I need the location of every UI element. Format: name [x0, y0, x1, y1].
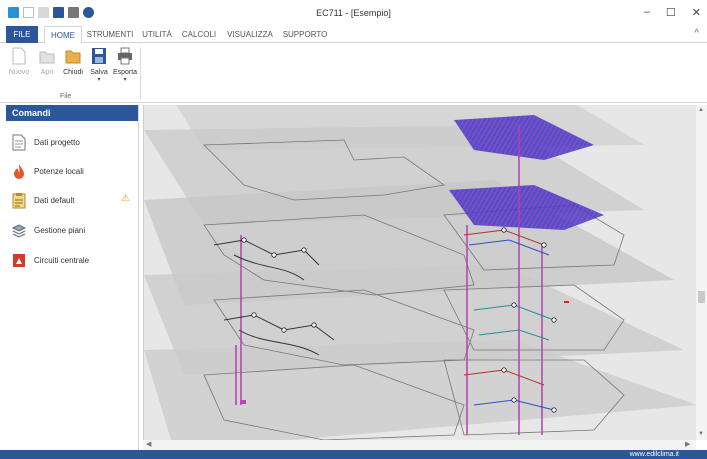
tab-supporto[interactable]: SUPPORTO	[282, 26, 328, 43]
open-button[interactable]: Apri	[34, 47, 60, 76]
website-link[interactable]: www.edilclima.it	[630, 450, 679, 459]
ribbon-tabs: FILE HOME STRUMENTI UTILITÀ CALCOLI VISU…	[0, 26, 707, 44]
floor-plane-1	[144, 340, 696, 450]
save-button[interactable]: Salva ▾	[86, 47, 112, 83]
printer-icon	[118, 47, 132, 65]
cmd-label: Dati progetto	[34, 137, 80, 147]
close-button[interactable]: ✕	[692, 6, 701, 19]
close-file-button[interactable]: Chiudi	[60, 47, 86, 76]
layers-icon	[12, 223, 26, 238]
warning-icon: ⚠	[121, 193, 130, 204]
ribbon-group-separator	[140, 47, 141, 99]
save-button-label: Salva	[90, 69, 108, 76]
ribbon-collapse-icon[interactable]: ^	[694, 28, 699, 39]
tab-home[interactable]: HOME	[44, 26, 82, 44]
tab-utilita[interactable]: UTILITÀ	[138, 26, 176, 43]
maximize-button[interactable]: ☐	[666, 6, 676, 19]
window-controls: – ☐ ✕	[644, 6, 701, 19]
ribbon-group-label: File	[60, 93, 72, 100]
save-icon	[92, 48, 106, 64]
drawing-canvas[interactable]	[143, 105, 696, 450]
scroll-down-icon[interactable]: ▼	[698, 431, 704, 437]
tab-visualizza[interactable]: VISUALIZZA	[226, 26, 274, 43]
status-bar: www.edilclima.it	[0, 450, 707, 459]
commands-panel: Comandi Dati progetto Potenze locali Dat…	[6, 105, 139, 450]
export-button[interactable]: Esporta ▾	[112, 47, 138, 83]
scroll-right-icon[interactable]: ▶	[685, 440, 690, 448]
horizontal-scrollbar[interactable]: ◀ ▶	[143, 440, 696, 450]
flame-icon	[14, 163, 24, 179]
tab-strumenti[interactable]: STRUMENTI	[86, 26, 134, 43]
ribbon: Nuovo Apri Chiudi Salva ▾ Esporta ▾ File	[0, 43, 707, 103]
panel-header: Comandi	[6, 105, 138, 121]
minimize-button[interactable]: –	[644, 6, 650, 19]
scroll-thumb[interactable]	[698, 291, 705, 303]
cmd-dati-progetto[interactable]: Dati progetto	[12, 131, 137, 153]
app-window: EC711 - [Esempio] – ☐ ✕ FILE HOME STRUME…	[0, 0, 707, 459]
cmd-potenze-locali[interactable]: Potenze locali	[12, 160, 137, 182]
cmd-circuiti-centrale[interactable]: Circuiti centrale	[12, 249, 137, 271]
new-doc-icon	[12, 47, 26, 65]
open-folder-icon	[39, 51, 55, 64]
cmd-label: Circuiti centrale	[34, 255, 90, 265]
cmd-gestione-piani[interactable]: Gestione piani	[12, 219, 137, 241]
vertical-scrollbar[interactable]: ▲ ▼	[696, 105, 707, 440]
cmd-dati-default[interactable]: Dati default	[12, 189, 137, 211]
new-button[interactable]: Nuovo	[6, 47, 32, 76]
export-button-label: Esporta	[112, 69, 138, 76]
folder-icon	[65, 50, 81, 64]
window-title: EC711 - [Esempio]	[316, 8, 391, 18]
red-marker	[564, 301, 569, 303]
open-button-label: Apri	[40, 69, 54, 76]
boiler-marker	[240, 400, 246, 404]
clipboard-icon	[12, 192, 26, 208]
scroll-up-icon[interactable]: ▲	[698, 107, 704, 113]
tab-file[interactable]: FILE	[6, 26, 38, 43]
document-icon	[12, 134, 26, 150]
close-file-button-label: Chiudi	[63, 69, 83, 76]
floor-plan-3d-view[interactable]	[144, 105, 696, 450]
new-button-label: Nuovo	[8, 69, 30, 76]
boiler-icon	[13, 253, 25, 267]
cmd-label: Dati default	[34, 195, 75, 205]
scroll-left-icon[interactable]: ◀	[146, 440, 151, 448]
cmd-label: Gestione piani	[34, 225, 86, 235]
cmd-label: Potenze locali	[34, 166, 84, 176]
title-bar: EC711 - [Esempio] – ☐ ✕	[0, 0, 707, 26]
tab-calcoli[interactable]: CALCOLI	[180, 26, 218, 43]
